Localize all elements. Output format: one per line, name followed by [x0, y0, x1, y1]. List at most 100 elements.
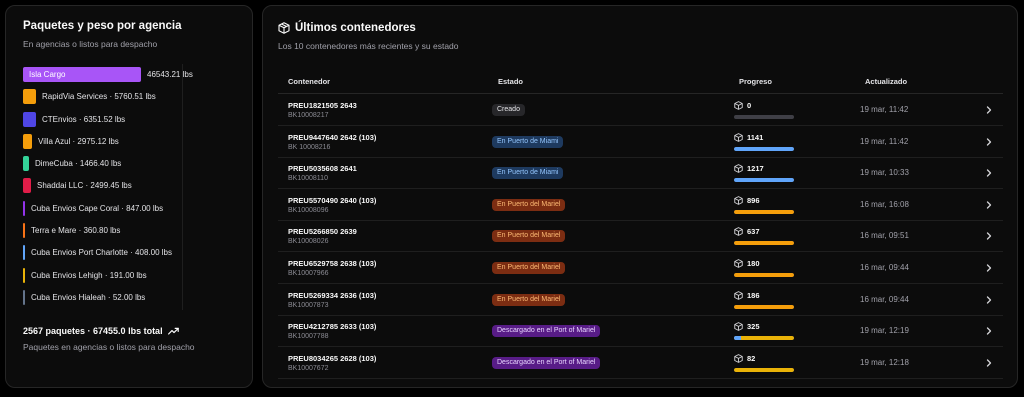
package-icon — [734, 322, 743, 332]
updated-date: 16 mar, 09:44 — [860, 294, 909, 304]
container-row[interactable]: PREU5035608 2641 BK10008110 En Puerto de… — [278, 158, 1003, 190]
package-icon — [278, 22, 290, 34]
agency-bar[interactable] — [23, 267, 25, 283]
package-count: 186 — [747, 290, 760, 300]
agency-card-title: Paquetes y peso por agencia — [23, 20, 182, 32]
chevron-right-icon[interactable] — [984, 294, 994, 306]
package-count: 0 — [747, 101, 752, 110]
container-id: PREU5570490 2640 (103) — [288, 195, 377, 205]
container-row[interactable]: PREU5269334 2636 (103) BK10007873 En Pue… — [278, 285, 1003, 316]
chevron-right-icon[interactable] — [984, 357, 994, 369]
booking-number: BK10008110 — [288, 175, 328, 183]
chevron-right-icon[interactable] — [984, 199, 994, 211]
package-count: 82 — [747, 353, 756, 363]
agency-bar[interactable] — [23, 156, 29, 172]
container-id: PREU5269334 2636 (103) — [288, 290, 377, 300]
container-id: PREU8034265 2628 (103) — [288, 353, 377, 363]
chevron-right-icon[interactable] — [984, 325, 994, 337]
status-badge: En Puerto del Mariel — [492, 293, 566, 306]
progress-bar — [734, 115, 794, 119]
agency-bar-label: DimeCuba · 1466.40 lbs — [35, 159, 122, 169]
container-id: PREU5266850 2639 — [288, 227, 357, 237]
totals-line: 2567 paquetes · 67455.0 lbs total — [23, 326, 179, 336]
agency-bar[interactable] — [23, 289, 25, 305]
status-badge: En Puerto de Miami — [492, 135, 564, 148]
progress-bar — [734, 304, 794, 309]
progress-bar — [734, 367, 794, 372]
agency-bar-row: Terra e Mare · 360.80 lbs — [23, 223, 238, 245]
status-badge: En Puerto del Mariel — [492, 230, 566, 243]
agency-bar-label: RapidVia Services · 5760.51 lbs — [42, 92, 156, 102]
container-row[interactable]: PREU5266850 2639 BK10008026 En Puerto de… — [278, 221, 1003, 253]
chevron-right-icon[interactable] — [984, 230, 994, 242]
container-row[interactable]: PREU8034265 2628 (103) BK10007672 Descar… — [278, 348, 1003, 379]
progress-fill — [734, 146, 794, 151]
progress-fill — [734, 209, 794, 214]
booking-number: BK10007873 — [288, 301, 329, 309]
progress-bar — [734, 178, 794, 183]
status-badge: Descargado en el Port of Mariel — [492, 325, 601, 338]
updated-date: 16 mar, 09:44 — [860, 263, 909, 272]
progress-fill — [734, 304, 794, 309]
agency-bar[interactable] — [23, 89, 36, 105]
container-row[interactable]: PREU4212785 2633 (103) BK10007788 Descar… — [278, 316, 1003, 348]
booking-number: BK10008026 — [288, 238, 329, 246]
container-id: PREU1821505 2643 — [288, 101, 357, 110]
totals-text: 2567 paquetes · 67455.0 lbs total — [23, 326, 163, 336]
column-header-status: Estado — [498, 77, 524, 86]
status-badge: En Puerto del Mariel — [492, 198, 566, 211]
container-id: PREU6529758 2638 (103) — [288, 259, 377, 268]
booking-number: BK10007672 — [288, 364, 329, 372]
status-badge: En Puerto de Miami — [492, 167, 564, 180]
agency-bar-row: Isla Cargo 46543.21 lbs — [23, 67, 238, 89]
agency-bar-label: Cuba Envios Port Charlotte · 408.00 lbs — [31, 248, 172, 258]
package-icon — [734, 290, 743, 300]
chevron-right-icon[interactable] — [984, 262, 994, 274]
agency-bar-label: Terra e Mare · 360.80 lbs — [31, 226, 121, 236]
agency-bar-inline-label: Isla Cargo — [29, 70, 66, 79]
package-count: 637 — [747, 227, 760, 237]
updated-date: 19 mar, 10:33 — [860, 168, 909, 178]
booking-number: BK10008217 — [288, 112, 329, 119]
progress-fill — [734, 178, 794, 183]
progress-bar — [734, 209, 794, 214]
updated-date: 19 mar, 12:19 — [860, 326, 909, 336]
agency-bar-label: Cuba Envios Cape Coral · 847.00 lbs — [31, 203, 164, 213]
containers-card-title: Últimos contenedores — [295, 22, 416, 34]
package-count: 1217 — [747, 164, 764, 174]
container-row[interactable]: PREU1821505 2643 BK10008217 Creado 0 19 … — [278, 95, 1003, 126]
status-badge: En Puerto del Mariel — [492, 262, 566, 274]
agency-bar-row: Cuba Envios Cape Coral · 847.00 lbs — [23, 200, 238, 223]
progress-bar — [734, 336, 794, 341]
agency-bar[interactable] — [23, 133, 32, 149]
booking-number: BK 10008216 — [288, 143, 331, 151]
agency-bar[interactable] — [23, 111, 36, 127]
updated-date: 16 mar, 16:08 — [860, 199, 909, 209]
containers-card-subtitle: Los 10 contenedores más recientes y su e… — [278, 41, 459, 51]
agency-bar[interactable] — [23, 178, 31, 194]
agency-bar-row: DimeCuba · 1466.40 lbs — [23, 156, 238, 178]
agency-bar[interactable] — [23, 245, 25, 261]
agency-bar-label: CTEnvios · 6351.52 lbs — [42, 114, 126, 124]
updated-date: 19 mar, 11:42 — [860, 105, 909, 114]
chevron-right-icon[interactable] — [984, 104, 994, 116]
agency-chart-card: Paquetes y peso por agencia En agencias … — [5, 5, 253, 388]
container-row[interactable]: PREU6529758 2638 (103) BK10007966 En Pue… — [278, 253, 1003, 284]
agency-bar[interactable] — [23, 200, 25, 216]
chevron-right-icon[interactable] — [984, 167, 994, 179]
agency-bar[interactable] — [23, 223, 25, 239]
container-id: PREU4212785 2633 (103) — [288, 322, 377, 332]
chevron-right-icon[interactable] — [984, 136, 994, 148]
agency-bar-row: RapidVia Services · 5760.51 lbs — [23, 89, 238, 111]
agency-bar-label: Cuba Envios Hialeah · 52.00 lbs — [31, 292, 146, 302]
package-icon — [734, 353, 743, 363]
agency-bar-chart: Isla Cargo 46543.21 lbs RapidVia Services … — [23, 67, 238, 312]
package-icon — [734, 164, 743, 174]
container-row[interactable]: PREU5570490 2640 (103) BK10008096 En Pue… — [278, 190, 1003, 221]
package-icon — [734, 132, 743, 142]
package-icon — [734, 259, 743, 268]
agency-bar-label: Shaddai LLC · 2499.45 lbs — [37, 181, 132, 191]
container-row[interactable]: PREU9447640 2642 (103) BK 10008216 En Pu… — [278, 127, 1003, 158]
package-count: 896 — [747, 195, 760, 205]
agency-bar-row: Cuba Envios Lehigh · 191.00 lbs — [23, 267, 238, 290]
